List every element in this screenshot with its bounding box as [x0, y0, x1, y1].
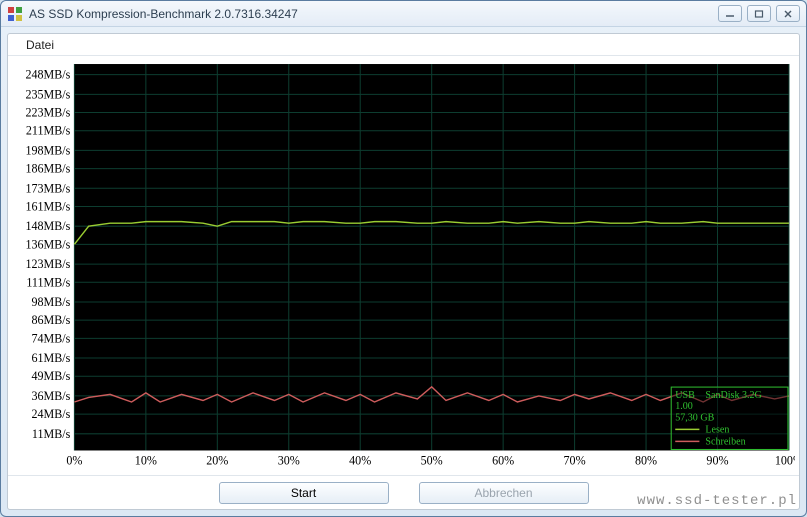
svg-text:136MB/s: 136MB/s	[25, 238, 70, 252]
start-button[interactable]: Start	[219, 482, 389, 504]
svg-text:Schreiben: Schreiben	[705, 437, 745, 448]
svg-text:36MB/s: 36MB/s	[31, 389, 70, 403]
svg-text:248MB/s: 248MB/s	[25, 68, 70, 82]
menu-datei[interactable]: Datei	[18, 36, 62, 54]
svg-text:60%: 60%	[492, 454, 514, 468]
chart-area: 11MB/s 24MB/s 36MB/s 49MB/s 61MB/s 74MB/s 86MB…	[12, 60, 795, 471]
svg-text:49MB/s: 49MB/s	[31, 370, 70, 384]
titlebar: AS SSD Kompression-Benchmark 2.0.7316.34…	[1, 1, 806, 27]
svg-text:74MB/s: 74MB/s	[31, 332, 70, 346]
svg-text:235MB/s: 235MB/s	[25, 88, 70, 102]
svg-text:24MB/s: 24MB/s	[31, 408, 70, 422]
svg-text:86MB/s: 86MB/s	[31, 314, 70, 328]
maximize-button[interactable]	[747, 5, 771, 22]
svg-text:211MB/s: 211MB/s	[26, 124, 71, 138]
svg-text:148MB/s: 148MB/s	[25, 220, 70, 234]
svg-text:11MB/s: 11MB/s	[32, 427, 71, 441]
svg-text:USB: USB	[675, 391, 695, 402]
svg-text:SanDisk 3.2G: SanDisk 3.2G	[705, 391, 761, 402]
benchmark-chart: 11MB/s 24MB/s 36MB/s 49MB/s 61MB/s 74MB/s 86MB…	[12, 60, 795, 471]
svg-text:50%: 50%	[421, 454, 443, 468]
svg-text:98MB/s: 98MB/s	[31, 295, 70, 309]
menubar: Datei	[8, 34, 799, 56]
svg-text:0%: 0%	[66, 454, 82, 468]
close-button[interactable]	[776, 5, 800, 22]
svg-text:161MB/s: 161MB/s	[25, 200, 70, 214]
svg-text:Lesen: Lesen	[705, 425, 729, 436]
window-title: AS SSD Kompression-Benchmark 2.0.7316.34…	[29, 7, 718, 21]
svg-text:61MB/s: 61MB/s	[31, 351, 70, 365]
svg-text:123MB/s: 123MB/s	[25, 257, 70, 271]
svg-text:186MB/s: 186MB/s	[25, 162, 70, 176]
svg-text:40%: 40%	[349, 454, 371, 468]
svg-text:20%: 20%	[206, 454, 228, 468]
window-buttons	[718, 5, 800, 22]
svg-text:173MB/s: 173MB/s	[25, 182, 70, 196]
app-icon	[7, 6, 23, 22]
svg-text:223MB/s: 223MB/s	[25, 106, 70, 120]
svg-text:90%: 90%	[706, 454, 728, 468]
button-bar: Start Abbrechen	[8, 475, 799, 509]
svg-text:111MB/s: 111MB/s	[26, 276, 70, 290]
app-window: AS SSD Kompression-Benchmark 2.0.7316.34…	[0, 0, 807, 517]
svg-text:1.00: 1.00	[675, 402, 693, 413]
svg-text:80%: 80%	[635, 454, 657, 468]
cancel-button: Abbrechen	[419, 482, 589, 504]
minimize-button[interactable]	[718, 5, 742, 22]
svg-text:100%: 100%	[775, 454, 795, 468]
svg-text:198MB/s: 198MB/s	[25, 144, 70, 158]
content-panel: Datei 11MB/s 24MB/s 36MB/s 49MB/s 61MB/s 74MB…	[7, 33, 800, 510]
svg-text:57,30 GB: 57,30 GB	[675, 413, 714, 424]
svg-text:30%: 30%	[278, 454, 300, 468]
svg-text:10%: 10%	[135, 454, 157, 468]
svg-text:70%: 70%	[564, 454, 586, 468]
